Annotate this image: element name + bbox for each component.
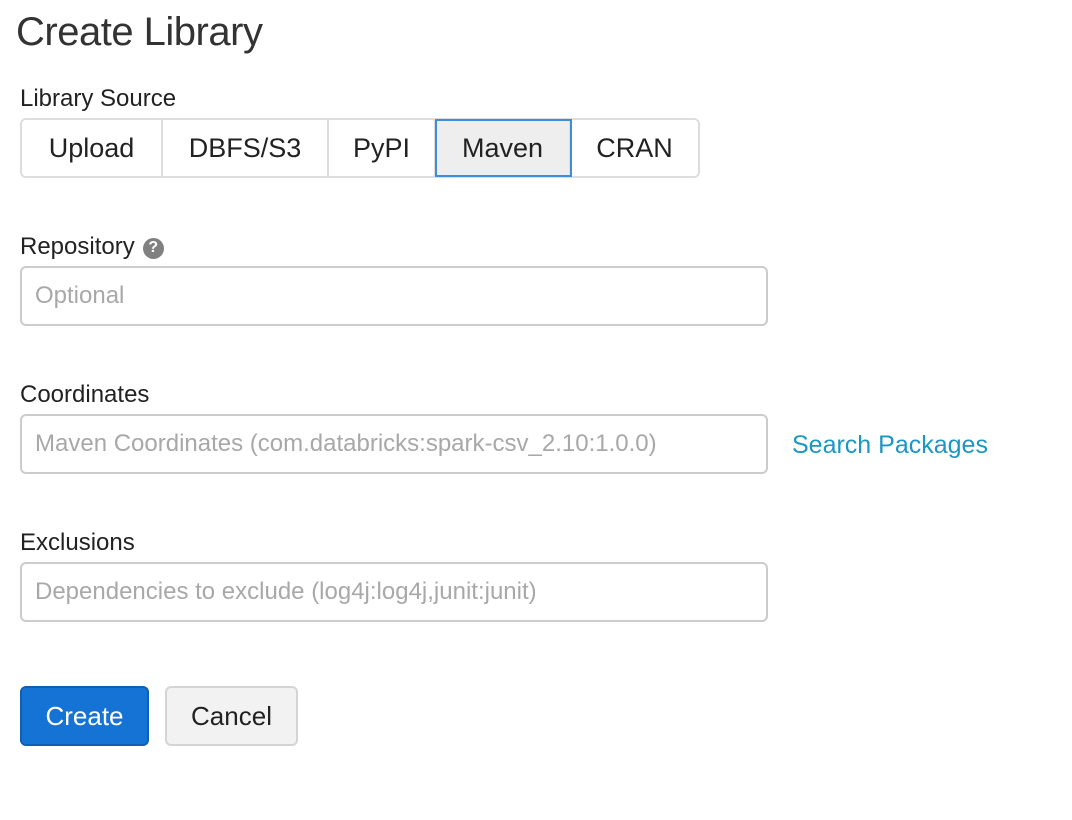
source-option-pypi[interactable]: PyPI	[329, 120, 436, 176]
repository-label: Repository	[20, 233, 135, 260]
search-packages-link[interactable]: Search Packages	[792, 430, 988, 460]
repository-input[interactable]	[20, 266, 768, 326]
source-option-cran[interactable]: CRAN	[571, 120, 698, 176]
library-source-toggle-group: Upload DBFS/S3 PyPI Maven CRAN	[20, 118, 700, 178]
source-option-upload[interactable]: Upload	[22, 120, 163, 176]
repository-label-row: Repository?	[20, 232, 164, 262]
create-library-dialog: Create Library Library Source Upload DBF…	[0, 0, 1072, 820]
page-title: Create Library	[16, 10, 263, 54]
source-option-dbfs-s3[interactable]: DBFS/S3	[163, 120, 329, 176]
library-source-label: Library Source	[20, 85, 177, 112]
cancel-button[interactable]: Cancel	[165, 686, 298, 746]
coordinates-label: Coordinates	[20, 381, 150, 408]
question-circle-icon[interactable]: ?	[142, 237, 164, 259]
exclusions-label: Exclusions	[20, 529, 135, 556]
coordinates-input[interactable]	[20, 414, 768, 474]
exclusions-input[interactable]	[20, 562, 768, 622]
create-button[interactable]: Create	[20, 686, 149, 746]
source-option-maven[interactable]: Maven	[435, 119, 572, 177]
